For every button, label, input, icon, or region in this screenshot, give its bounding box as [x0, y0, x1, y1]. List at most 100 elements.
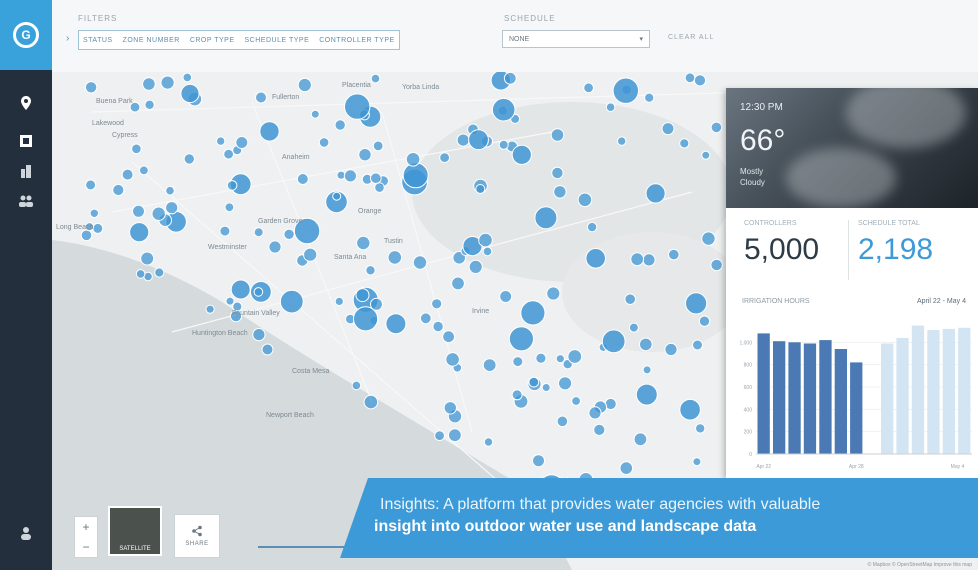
map-marker[interactable]: [701, 231, 716, 246]
map-marker[interactable]: [661, 122, 675, 136]
chart-bar[interactable]: [927, 330, 940, 454]
buildings-icon[interactable]: [0, 156, 52, 186]
map-marker[interactable]: [642, 365, 652, 375]
map-marker[interactable]: [434, 430, 446, 442]
map-marker[interactable]: [532, 454, 545, 468]
map-marker[interactable]: [541, 383, 551, 392]
chart-bar[interactable]: [881, 343, 894, 455]
map-marker[interactable]: [498, 139, 509, 150]
map-marker[interactable]: [230, 279, 251, 300]
chart-bar[interactable]: [850, 362, 863, 454]
map-marker[interactable]: [296, 173, 309, 185]
map-marker[interactable]: [160, 75, 175, 90]
map-marker[interactable]: [297, 77, 312, 93]
map-marker[interactable]: [226, 180, 238, 191]
map-marker[interactable]: [387, 250, 403, 265]
map-marker[interactable]: [639, 337, 653, 352]
map-marker[interactable]: [142, 77, 156, 91]
map-marker[interactable]: [255, 91, 267, 104]
map-marker[interactable]: [679, 398, 701, 421]
map-marker[interactable]: [268, 240, 282, 254]
map-marker[interactable]: [468, 259, 483, 274]
map-marker[interactable]: [442, 330, 456, 344]
filter-chip-status[interactable]: STATUS: [83, 37, 113, 44]
map-marker[interactable]: [310, 109, 320, 119]
map-marker[interactable]: [225, 296, 235, 306]
map-marker[interactable]: [583, 82, 594, 94]
map-marker[interactable]: [642, 253, 656, 267]
map-marker[interactable]: [405, 152, 421, 167]
map-marker[interactable]: [684, 72, 696, 84]
map-marker[interactable]: [131, 143, 142, 155]
map-marker[interactable]: [183, 153, 196, 165]
map-marker[interactable]: [121, 168, 134, 181]
map-marker[interactable]: [664, 342, 678, 357]
map-marker[interactable]: [508, 326, 534, 352]
map-marker[interactable]: [692, 457, 702, 467]
map-marker[interactable]: [503, 72, 517, 85]
map-marker[interactable]: [180, 83, 200, 104]
map-marker[interactable]: [692, 339, 703, 351]
map-marker[interactable]: [80, 229, 93, 242]
map-marker[interactable]: [448, 428, 462, 443]
map-marker[interactable]: [253, 227, 264, 238]
share-button[interactable]: SHARE: [174, 514, 220, 558]
map-marker[interactable]: [303, 247, 318, 262]
map-marker[interactable]: [318, 137, 330, 148]
clear-all-button[interactable]: CLEAR ALL: [668, 34, 714, 41]
map-marker[interactable]: [139, 165, 149, 176]
map-marker[interactable]: [588, 406, 602, 420]
map-marker[interactable]: [624, 293, 637, 305]
map-marker[interactable]: [482, 246, 493, 257]
map-marker[interactable]: [154, 267, 165, 278]
map-marker[interactable]: [601, 329, 626, 354]
map-marker[interactable]: [261, 343, 274, 356]
map-marker[interactable]: [553, 185, 567, 199]
map-marker[interactable]: [370, 73, 381, 84]
map-marker[interactable]: [551, 166, 564, 180]
chart-bar[interactable]: [773, 341, 786, 454]
map-marker[interactable]: [151, 206, 166, 221]
map-marker[interactable]: [372, 140, 384, 152]
chart-bar[interactable]: [958, 327, 971, 454]
chevron-right-icon[interactable]: ›: [66, 33, 69, 44]
map-marker[interactable]: [419, 312, 432, 325]
map-marker[interactable]: [482, 358, 497, 373]
grid-icon[interactable]: [0, 126, 52, 156]
map-marker[interactable]: [412, 255, 428, 270]
map-marker[interactable]: [223, 148, 235, 160]
map-marker[interactable]: [619, 461, 634, 475]
map-marker[interactable]: [633, 432, 648, 447]
map-marker[interactable]: [112, 183, 125, 197]
map-marker[interactable]: [85, 179, 97, 191]
map-marker[interactable]: [693, 74, 707, 87]
map-marker[interactable]: [483, 437, 494, 447]
map-marker[interactable]: [205, 304, 215, 314]
map-attribution[interactable]: © Mapbox © OpenStreetMap Improve this ma…: [868, 562, 972, 568]
map-marker[interactable]: [478, 232, 493, 248]
app-logo[interactable]: G: [0, 0, 52, 70]
map-marker[interactable]: [89, 208, 99, 219]
map-marker[interactable]: [351, 380, 362, 391]
user-icon[interactable]: [0, 518, 52, 548]
map-pin-icon[interactable]: [0, 88, 52, 118]
map-marker[interactable]: [402, 162, 429, 189]
map-marker[interactable]: [235, 136, 249, 149]
filter-chip-schedule-type[interactable]: SCHEDULE TYPE: [245, 37, 310, 44]
map-marker[interactable]: [356, 235, 371, 251]
map-marker[interactable]: [358, 148, 372, 162]
chart-bar[interactable]: [834, 349, 847, 454]
zoom-in-button[interactable]: +: [82, 520, 89, 534]
map-marker[interactable]: [216, 136, 226, 146]
map-marker[interactable]: [679, 138, 690, 149]
map-marker[interactable]: [92, 222, 104, 234]
map-marker[interactable]: [132, 204, 145, 218]
chart-bar[interactable]: [788, 342, 801, 454]
map-marker[interactable]: [546, 286, 561, 301]
map-marker[interactable]: [374, 182, 385, 193]
map-marker[interactable]: [710, 258, 723, 272]
filter-chip-controller-type[interactable]: CONTROLLER TYPE: [319, 37, 394, 44]
map-marker[interactable]: [586, 221, 598, 233]
map-marker[interactable]: [644, 92, 655, 103]
map-marker[interactable]: [555, 354, 565, 364]
